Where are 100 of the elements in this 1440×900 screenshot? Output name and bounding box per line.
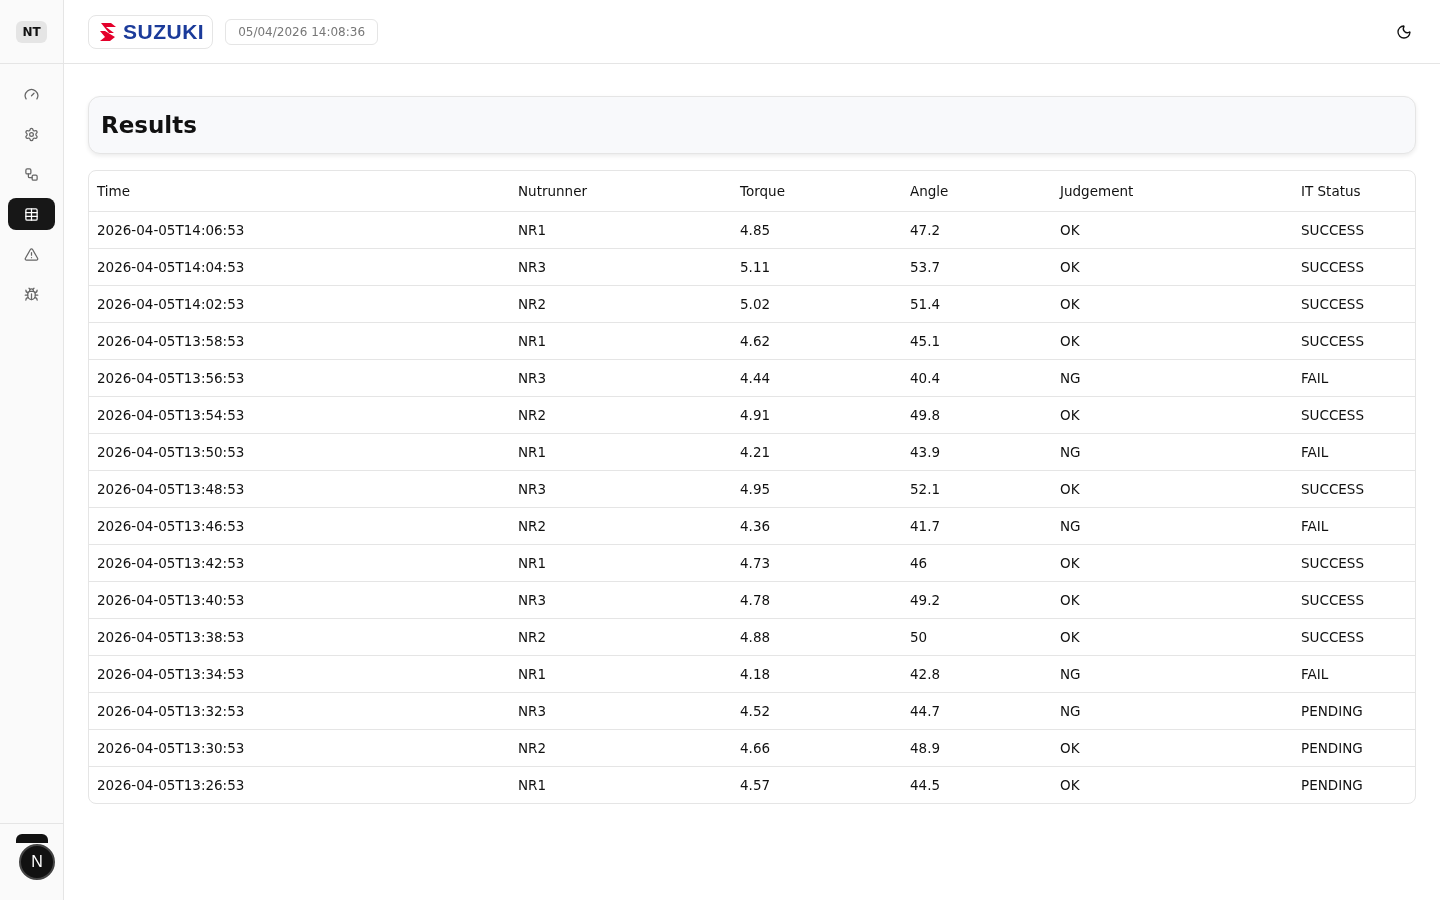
column-header: Nutrunner [510, 171, 732, 212]
table-cell: SUCCESS [1293, 470, 1415, 508]
table-cell: 4.57 [732, 766, 902, 803]
table-cell: NR3 [510, 470, 732, 508]
column-header: IT Status [1293, 171, 1415, 212]
table-cell: 2026-04-05T13:32:53 [89, 692, 510, 730]
table-cell: 49.8 [902, 396, 1052, 434]
page-title: Results [101, 112, 197, 138]
table-cell: FAIL [1293, 433, 1415, 471]
table-cell: NR2 [510, 396, 732, 434]
table-cell: 47.2 [902, 211, 1052, 249]
table-cell: 2026-04-05T14:06:53 [89, 211, 510, 249]
warning-icon [24, 246, 39, 262]
gear-icon [24, 126, 39, 142]
table-cell: SUCCESS [1293, 248, 1415, 286]
table-cell: NR1 [510, 322, 732, 360]
table-cell: 42.8 [902, 655, 1052, 693]
table-cell: SUCCESS [1293, 618, 1415, 656]
table-cell: 4.66 [732, 729, 902, 767]
column-header: Time [89, 171, 510, 212]
network-icon [24, 166, 39, 182]
table-cell: 46 [902, 544, 1052, 582]
moon-icon [1396, 23, 1412, 40]
bug-icon [24, 286, 39, 302]
table-cell: 4.44 [732, 359, 902, 397]
table-cell: NG [1052, 692, 1293, 730]
table-cell: 49.2 [902, 581, 1052, 619]
table-cell: 4.21 [732, 433, 902, 471]
table-cell: 2026-04-05T13:56:53 [89, 359, 510, 397]
table-icon [24, 206, 39, 222]
table-cell: 52.1 [902, 470, 1052, 508]
table-cell: SUCCESS [1293, 322, 1415, 360]
table-cell: NR2 [510, 618, 732, 656]
table-cell: 4.36 [732, 507, 902, 545]
table-cell: NG [1052, 433, 1293, 471]
table-cell: 2026-04-05T13:30:53 [89, 729, 510, 767]
table-cell: 2026-04-05T13:46:53 [89, 507, 510, 545]
table-cell: 4.73 [732, 544, 902, 582]
datetime-display: 05/04/2026 14:08:36 [225, 18, 379, 45]
sidebar-button[interactable] [16, 834, 48, 843]
table-cell: 4.91 [732, 396, 902, 434]
table-cell: SUCCESS [1293, 285, 1415, 323]
table-cell: 50 [902, 618, 1052, 656]
table-cell: 2026-04-05T13:38:53 [89, 618, 510, 656]
table-cell: NR3 [510, 248, 732, 286]
table-cell: NR3 [510, 692, 732, 730]
table-cell: 5.11 [732, 248, 902, 286]
table-cell: 41.7 [902, 507, 1052, 545]
table-cell: NR1 [510, 433, 732, 471]
table-cell: OK [1052, 248, 1293, 286]
column-header: Judgement [1052, 171, 1293, 212]
table-cell: NG [1052, 655, 1293, 693]
table-cell: SUCCESS [1293, 211, 1415, 249]
column-header: Torque [732, 171, 902, 212]
table-cell: FAIL [1293, 359, 1415, 397]
table-cell: NR1 [510, 544, 732, 582]
table-cell: 4.52 [732, 692, 902, 730]
table-cell: NR2 [510, 285, 732, 323]
table-cell: NR1 [510, 655, 732, 693]
nav-button[interactable] [8, 198, 55, 230]
table-cell: 44.7 [902, 692, 1052, 730]
logo: SUZUKI [88, 14, 214, 49]
table-cell: FAIL [1293, 507, 1415, 545]
table-cell: NR1 [510, 766, 732, 803]
table-cell: NR2 [510, 729, 732, 767]
table-cell: NR3 [510, 581, 732, 619]
table-cell: OK [1052, 322, 1293, 360]
table-cell: 2026-04-05T14:02:53 [89, 285, 510, 323]
table-cell: 2026-04-05T13:48:53 [89, 470, 510, 508]
table-cell: OK [1052, 581, 1293, 619]
table-cell: OK [1052, 544, 1293, 582]
table-cell: 4.95 [732, 470, 902, 508]
table-cell: 4.85 [732, 211, 902, 249]
table-cell: 2026-04-05T14:04:53 [89, 248, 510, 286]
table-cell: FAIL [1293, 655, 1415, 693]
table-cell: SUCCESS [1293, 581, 1415, 619]
table-cell: 2026-04-05T13:42:53 [89, 544, 510, 582]
table-cell: NG [1052, 359, 1293, 397]
table-cell: 53.7 [902, 248, 1052, 286]
table-cell: OK [1052, 211, 1293, 249]
table-cell: OK [1052, 470, 1293, 508]
table-cell: 2026-04-05T13:26:53 [89, 766, 510, 803]
table-cell: 4.88 [732, 618, 902, 656]
table-cell: 2026-04-05T13:50:53 [89, 433, 510, 471]
table-cell: PENDING [1293, 729, 1415, 767]
table-cell: 2026-04-05T13:58:53 [89, 322, 510, 360]
table-cell: 2026-04-05T13:34:53 [89, 655, 510, 693]
table-cell: OK [1052, 396, 1293, 434]
dev-badge[interactable]: N [19, 844, 55, 880]
table-cell: 5.02 [732, 285, 902, 323]
column-header: Angle [902, 171, 1052, 212]
table-cell: 51.4 [902, 285, 1052, 323]
table-cell: OK [1052, 285, 1293, 323]
table-cell: SUCCESS [1293, 396, 1415, 434]
table-cell: NR2 [510, 507, 732, 545]
table-cell: OK [1052, 766, 1293, 803]
table-cell: 44.5 [902, 766, 1052, 803]
table-cell: PENDING [1293, 692, 1415, 730]
table-cell: 45.1 [902, 322, 1052, 360]
table-cell: 2026-04-05T13:40:53 [89, 581, 510, 619]
